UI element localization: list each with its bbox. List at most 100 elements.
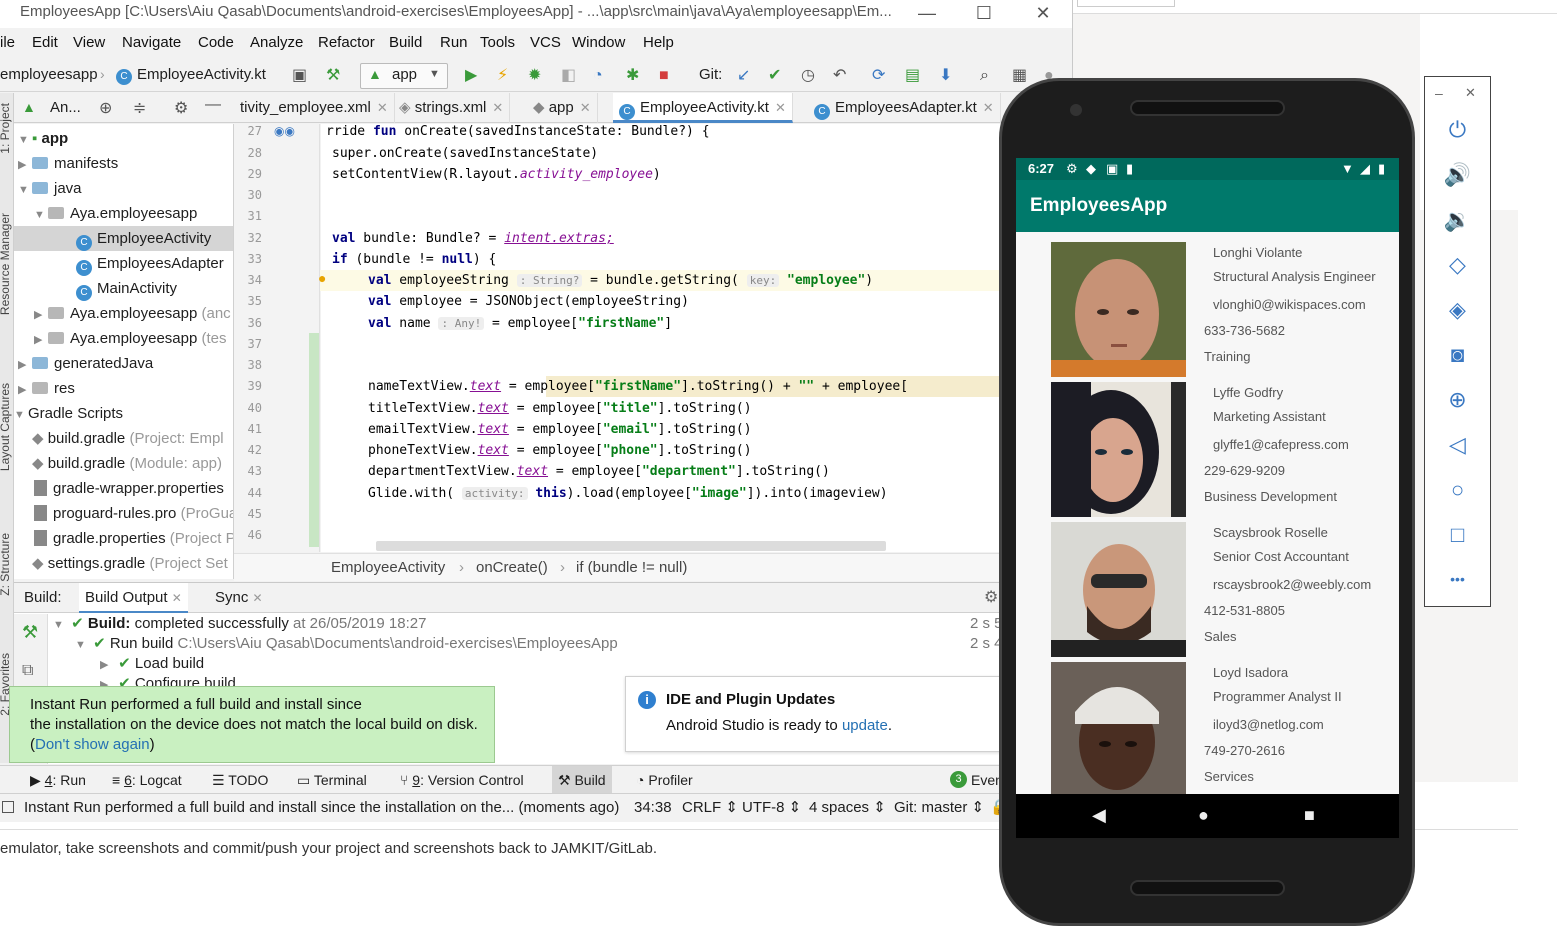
close-tab-icon[interactable]: ✕ <box>253 591 263 605</box>
horizontal-scrollbar[interactable] <box>376 541 886 551</box>
apply-changes-icon[interactable]: ⚡ <box>497 66 508 86</box>
tree-node-app[interactable]: ▼ ▪ app <box>14 126 233 151</box>
project-structure-icon[interactable]: ▦ <box>1012 66 1027 86</box>
history-icon[interactable]: ◷ <box>801 66 815 86</box>
tab-app[interactable]: ◆ app ✕ <box>527 93 598 123</box>
tree-node-build-gradle-module[interactable]: ◆ build.gradle (Module: app) <box>14 451 233 476</box>
list-item[interactable]: Longhi Violante Structural Analysis Engi… <box>1016 232 1399 377</box>
debug-icon[interactable]: ✹ <box>528 66 541 86</box>
recents-icon[interactable]: ■ <box>1304 805 1315 826</box>
tool-build[interactable]: ⚒ Build <box>552 766 612 794</box>
power-icon[interactable]: ⏻ <box>1425 107 1490 152</box>
build-row-root[interactable]: ▼ ✔ Build: completed successfully at 26/… <box>53 614 426 634</box>
tab-build-output[interactable]: Build Output ✕ <box>79 583 188 613</box>
lightbulb-icon[interactable]: ● <box>318 270 326 286</box>
list-item[interactable]: Scaysbrook Roselle Senior Cost Accountan… <box>1016 512 1399 657</box>
menu-analyze[interactable]: Analyze <box>250 34 303 51</box>
close-tab-icon[interactable]: ✕ <box>172 591 182 605</box>
menu-edit[interactable]: Edit <box>32 34 58 51</box>
git-update-icon[interactable]: ↙ <box>737 66 750 86</box>
layout-icon[interactable]: ▣ <box>292 66 307 86</box>
background-search-box[interactable] <box>1077 0 1175 7</box>
tree-node-package[interactable]: ▼ Aya.employeesapp <box>14 201 233 228</box>
avd-manager-icon[interactable]: ▤ <box>905 66 920 86</box>
attach-icon[interactable]: ◧ <box>561 66 576 86</box>
breadcrumb-method[interactable]: onCreate() <box>476 554 548 582</box>
tree-node-build-gradle-project[interactable]: ◆ build.gradle (Project: Empl <box>14 426 233 451</box>
line-separator-select[interactable]: CRLF ⇕ <box>682 794 738 822</box>
collapse-icon[interactable]: ≑ <box>133 98 146 118</box>
hammer-icon[interactable]: ⚒ <box>22 622 38 643</box>
close-tab-icon[interactable]: ✕ <box>983 100 994 115</box>
close-button[interactable]: ✕ <box>1020 0 1066 28</box>
close-tab-icon[interactable]: ✕ <box>377 100 388 115</box>
git-commit-icon[interactable]: ✔ <box>768 66 781 86</box>
menu-file[interactable]: ile <box>0 34 15 51</box>
collapse-arrow-icon[interactable]: ▶ <box>100 655 114 675</box>
tab-strings-xml[interactable]: ◈ strings.xml ✕ <box>393 93 511 123</box>
panel-minimize-button[interactable]: – <box>1435 85 1443 101</box>
caret-position[interactable]: 34:38 <box>634 794 672 822</box>
tree-node-package-test[interactable]: ▶ Aya.employeesapp (tes <box>14 326 233 351</box>
panel-toggle-icon[interactable] <box>2 801 14 813</box>
tab-employees-adapter[interactable]: C EmployeesAdapter.kt ✕ <box>808 93 1001 123</box>
tool-profiler[interactable]: ◔ Profiler <box>630 766 699 794</box>
camera-icon[interactable]: ◙ <box>1425 332 1490 377</box>
sdk-manager-icon[interactable]: ⬇ <box>939 66 952 86</box>
locate-icon[interactable]: ⊕ <box>99 98 112 118</box>
tree-node-employee-activity[interactable]: C EmployeeActivity <box>14 226 233 251</box>
tree-node-manifests[interactable]: ▶ manifests <box>14 151 233 176</box>
tool-run[interactable]: ▶ 4: Run <box>24 766 92 794</box>
list-item[interactable]: Lyffe Godfry Marketing Assistant glyffe1… <box>1016 372 1399 517</box>
tree-node-gradle-scripts[interactable]: ▼ Gradle Scripts <box>14 401 233 428</box>
search-icon[interactable]: ⌕ <box>980 66 989 86</box>
maximize-button[interactable]: ☐ <box>961 0 1007 28</box>
menu-navigate[interactable]: Navigate <box>122 34 181 51</box>
encoding-select[interactable]: UTF-8 ⇕ <box>742 794 801 822</box>
tool-logcat[interactable]: ≡ 6: Logcat <box>106 766 188 794</box>
hide-panel-icon[interactable]: — <box>205 96 221 114</box>
emulator-screen[interactable]: 6:27 ⚙ ◆ ▣ ▮ ▼ ◢ ▮ EmployeesApp Longhi V… <box>1016 158 1399 838</box>
tree-node-main-activity[interactable]: C MainActivity <box>14 276 233 301</box>
home-icon[interactable]: ○ <box>1425 467 1490 512</box>
collapse-arrow-icon[interactable]: ▶ <box>18 353 32 378</box>
nav-file[interactable]: EmployeeActivity.kt <box>137 66 266 83</box>
volume-down-icon[interactable]: 🔉 <box>1425 197 1490 242</box>
expand-arrow-icon[interactable]: ▼ <box>14 403 28 428</box>
tree-node-gradle-wrapper[interactable]: gradle-wrapper.properties <box>14 476 233 501</box>
back-icon[interactable]: ◁ <box>1425 422 1490 467</box>
dont-show-again-link[interactable]: Don't show again <box>35 736 150 753</box>
menu-vcs[interactable]: VCS <box>530 34 561 51</box>
menu-view[interactable]: View <box>73 34 105 51</box>
tree-node-res[interactable]: ▶ res <box>14 376 233 403</box>
minimize-button[interactable]: — <box>904 0 950 28</box>
menu-tools[interactable]: Tools <box>480 34 515 51</box>
menu-window[interactable]: Window <box>572 34 625 51</box>
tool-version-control[interactable]: ⑂ 9: Version Control <box>394 766 530 794</box>
indent-select[interactable]: 4 spaces ⇕ <box>809 794 886 822</box>
zoom-icon[interactable]: ⊕ <box>1425 377 1490 422</box>
collapse-arrow-icon[interactable]: ▶ <box>18 378 32 403</box>
menu-code[interactable]: Code <box>198 34 234 51</box>
overview-icon[interactable]: □ <box>1425 512 1490 557</box>
rotate-right-icon[interactable]: ◈ <box>1425 287 1490 332</box>
tree-node-proguard[interactable]: proguard-rules.pro (ProGua <box>14 501 233 526</box>
build-row-run-build[interactable]: ▼ ✔ Run build C:\Users\Aiu Qasab\Documen… <box>75 634 618 654</box>
update-link[interactable]: update <box>842 717 888 734</box>
breadcrumb-block[interactable]: if (bundle != null) <box>576 554 687 582</box>
run-icon[interactable]: ▶ <box>465 66 477 86</box>
close-tab-icon[interactable]: ✕ <box>492 100 503 115</box>
revert-icon[interactable]: ↶ <box>833 66 846 86</box>
tool-todo[interactable]: ☰ TODO <box>206 766 274 794</box>
expand-arrow-icon[interactable]: ▼ <box>75 635 89 655</box>
rotate-left-icon[interactable]: ◇ <box>1425 242 1490 287</box>
gear-icon[interactable]: ⚙ <box>174 98 188 118</box>
back-icon[interactable]: ◀ <box>1092 805 1106 826</box>
employee-list[interactable]: Longhi Violante Structural Analysis Engi… <box>1016 232 1399 797</box>
tree-node-generated-java[interactable]: ▶ generatedJava <box>14 351 233 378</box>
expand-arrow-icon[interactable]: ▼ <box>34 203 48 228</box>
tool-terminal[interactable]: ▭ Terminal <box>291 766 373 794</box>
nav-root[interactable]: employeesapp <box>0 66 98 83</box>
home-icon[interactable]: ● <box>1198 805 1209 826</box>
menu-build[interactable]: Build <box>389 34 422 51</box>
